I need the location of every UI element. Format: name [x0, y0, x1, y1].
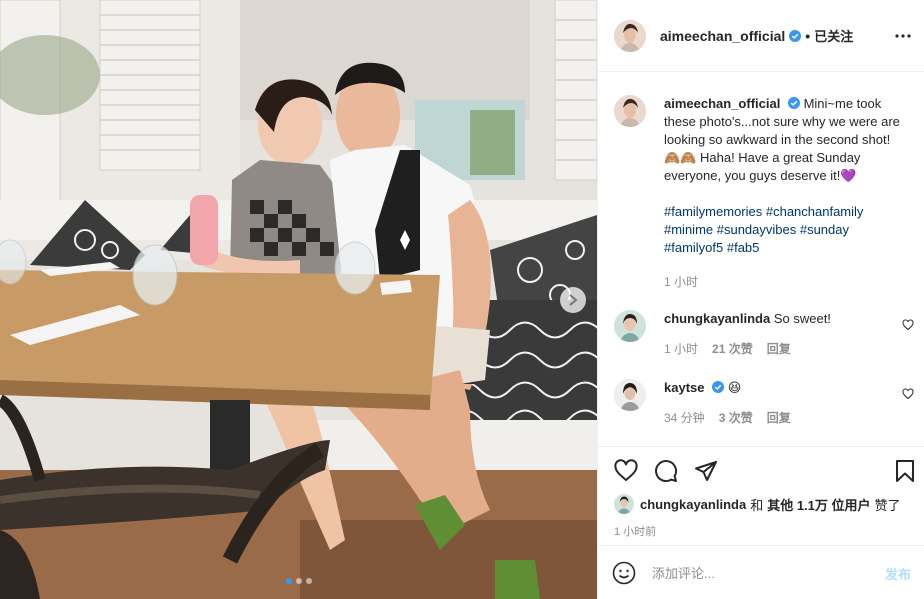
- comment-icon: [655, 460, 678, 483]
- post-sidebar: aimeechan_official • 已关注 aimeechan_offic…: [597, 0, 924, 599]
- avatar[interactable]: [614, 310, 646, 342]
- carousel-next-button[interactable]: [560, 287, 586, 313]
- verified-badge-icon: [787, 97, 800, 109]
- comment-time[interactable]: 1 小时: [664, 340, 698, 358]
- carousel-dot-active: [285, 578, 292, 584]
- verified-badge-icon: [789, 29, 802, 42]
- more-horizontal-icon: [895, 34, 911, 38]
- post-timestamp[interactable]: 1 小时前: [614, 523, 656, 539]
- comment-likes[interactable]: 3 次赞: [719, 409, 753, 427]
- heart-icon: [614, 459, 638, 481]
- reply-button[interactable]: 回复: [767, 409, 791, 427]
- comment-likes[interactable]: 21 次赞: [712, 340, 753, 358]
- save-button[interactable]: [893, 459, 917, 483]
- avatar-image: [614, 310, 646, 342]
- comment-input[interactable]: [652, 565, 877, 581]
- post-actions: chungkayanlinda 和 其他 1.1万 位用户 赞了 1 小时前 发…: [598, 446, 924, 599]
- post-comment-button[interactable]: 发布: [885, 564, 911, 583]
- comment-time[interactable]: 34 分钟: [664, 409, 705, 427]
- emoji-icon[interactable]: [612, 561, 636, 585]
- likes-suffix: 赞了: [874, 497, 901, 513]
- likes-others-link[interactable]: 其他 1.1万 位用户: [767, 495, 870, 514]
- header-username[interactable]: aimeechan_official: [660, 28, 785, 44]
- carousel-indicator: [0, 578, 597, 584]
- comments-section: aimeechan_official Mini~me took these ph…: [598, 72, 924, 446]
- comment-username[interactable]: kaytse: [664, 380, 704, 395]
- caption-time[interactable]: 1 小时: [664, 273, 698, 291]
- share-button[interactable]: [694, 459, 718, 483]
- restaurant-photo: [0, 0, 597, 599]
- carousel-dot: [295, 578, 302, 584]
- avatar[interactable]: [614, 379, 646, 411]
- like-button[interactable]: [614, 459, 638, 483]
- comment-like-icon[interactable]: [902, 319, 914, 331]
- chevron-right-icon: [569, 294, 578, 306]
- reply-button[interactable]: 回复: [767, 340, 791, 358]
- post-header: aimeechan_official • 已关注: [598, 0, 924, 72]
- comment-text: So sweet!: [773, 311, 831, 326]
- paper-plane-icon: [695, 461, 717, 481]
- follow-status-button[interactable]: 已关注: [814, 26, 853, 45]
- avatar-image: [614, 19, 646, 52]
- bookmark-icon: [896, 460, 914, 482]
- add-comment-bar: 发布: [598, 545, 924, 599]
- comment-like-icon[interactable]: [902, 388, 914, 400]
- comment-item: kaytse 😆 34 分钟 3 次赞 回复: [614, 379, 914, 427]
- comment-text: 😆: [727, 380, 742, 395]
- verified-badge-icon: [712, 381, 725, 393]
- avatar-image: [614, 95, 646, 127]
- post-photo[interactable]: [0, 0, 597, 599]
- avatar[interactable]: [614, 494, 634, 514]
- likes-summary: chungkayanlinda 和 其他 1.1万 位用户 赞了: [614, 494, 901, 514]
- caption-username[interactable]: aimeechan_official: [664, 96, 780, 111]
- likes-and: 和: [750, 497, 764, 513]
- carousel-dot: [305, 578, 312, 584]
- caption-hashtags[interactable]: #familymemories #chanchanfamily #minime …: [664, 203, 904, 257]
- post-caption: aimeechan_official Mini~me took these ph…: [614, 95, 914, 291]
- comment-username[interactable]: chungkayanlinda: [664, 311, 770, 326]
- avatar-image: [614, 494, 634, 514]
- avatar-image: [614, 379, 646, 411]
- comment-item: chungkayanlinda So sweet! 1 小时 21 次赞 回复: [614, 310, 914, 358]
- header-separator: •: [805, 27, 811, 44]
- comment-button[interactable]: [654, 459, 678, 483]
- likes-username[interactable]: chungkayanlinda: [640, 497, 746, 512]
- avatar[interactable]: [614, 19, 646, 52]
- avatar[interactable]: [614, 95, 646, 127]
- more-options-button[interactable]: [893, 26, 913, 46]
